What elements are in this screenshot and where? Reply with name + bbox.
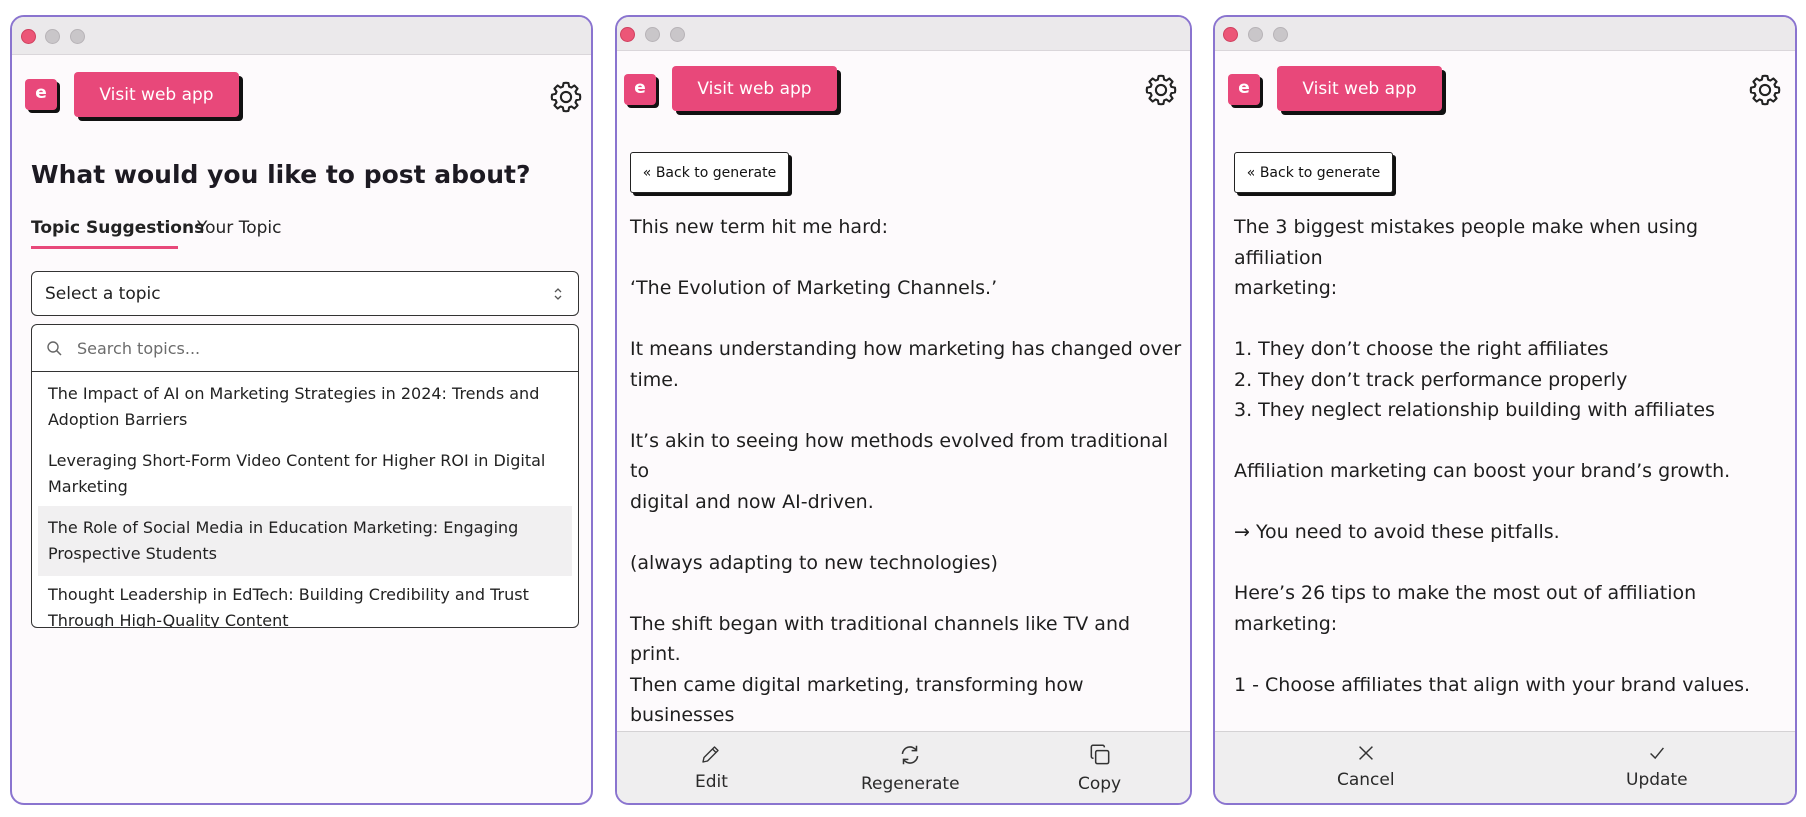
close-window-button[interactable]: [21, 29, 36, 44]
text-line: [630, 517, 1185, 548]
text-line: 1 - Choose affiliates that align with yo…: [1234, 673, 1751, 696]
regenerate-button[interactable]: Regenerate: [861, 738, 960, 794]
edit-label: Edit: [695, 772, 728, 792]
text-line: [1234, 426, 1789, 457]
title-bar: [12, 17, 591, 55]
update-button[interactable]: Update: [1626, 738, 1688, 790]
pencil-icon: [702, 746, 720, 763]
text-line: The 3 biggest mistakes people make when …: [1234, 216, 1699, 269]
text-line: Affiliation marketing can boost your bra…: [1234, 460, 1731, 482]
text-line: 2. They don’t track performance properly: [1234, 368, 1628, 391]
text-line: [1234, 548, 1789, 579]
editable-post-text[interactable]: The 3 biggest mistakes people make when …: [1234, 212, 1789, 761]
minimize-window-button[interactable]: [645, 27, 660, 42]
text-line: Then came digital marketing, transformin…: [630, 673, 1084, 727]
text-line: [630, 578, 1185, 609]
cancel-button[interactable]: Cancel: [1337, 738, 1395, 790]
close-window-button[interactable]: [620, 27, 635, 42]
copy-label: Copy: [1078, 774, 1122, 794]
app-logo: e: [624, 74, 656, 105]
chevron-up-down-icon: [554, 288, 562, 300]
search-icon: [47, 341, 62, 356]
text-line: marketing:: [1234, 277, 1338, 299]
topic-option[interactable]: Thought Leadership in EdTech: Building C…: [32, 573, 578, 627]
gear-icon[interactable]: [1143, 72, 1179, 108]
text-line: [1234, 487, 1789, 518]
text-line: [1234, 304, 1789, 335]
close-icon: [1358, 746, 1373, 760]
back-to-generate-button[interactable]: « Back to generate: [630, 152, 789, 193]
update-label: Update: [1626, 770, 1688, 790]
copy-button[interactable]: Copy: [1078, 738, 1121, 794]
cancel-label: Cancel: [1337, 770, 1395, 790]
close-window-button[interactable]: [1223, 27, 1238, 42]
title-bar: [1215, 17, 1795, 51]
text-line: (always adapting to new technologies): [630, 551, 998, 574]
visit-web-app-button[interactable]: Visit web app: [74, 72, 239, 117]
regenerate-label: Regenerate: [861, 774, 960, 794]
tab-your-topic[interactable]: Your Topic: [197, 218, 281, 238]
text-line: It’s akin to seeing how methods evolved …: [630, 429, 1169, 483]
gear-icon[interactable]: [548, 79, 584, 115]
zoom-window-button[interactable]: [1273, 27, 1288, 42]
text-line: Here’s 26 tips to make the most out of a…: [1234, 582, 1697, 635]
topic-dropdown: The Impact of AI on Marketing Strategies…: [31, 324, 579, 628]
search-row: [32, 325, 578, 372]
text-line: [1234, 700, 1789, 731]
text-line: [1234, 639, 1789, 670]
action-bar: Cancel Update: [1215, 731, 1795, 803]
gear-icon[interactable]: [1747, 72, 1783, 108]
topic-select[interactable]: Select a topic: [31, 271, 579, 316]
app-logo: e: [25, 79, 57, 110]
title-bar: [617, 17, 1190, 51]
topic-window: e Visit web app What would you like to p…: [10, 15, 593, 805]
text-line: digital and now AI-driven.: [630, 490, 874, 513]
text-line: 1. They don’t choose the right affiliate…: [1234, 338, 1609, 360]
search-input[interactable]: [77, 334, 557, 362]
refresh-icon: [901, 745, 919, 765]
text-line: 3. They neglect relationship building wi…: [1234, 399, 1715, 421]
post-preview-window: e Visit web app « Back to generate This …: [615, 15, 1192, 805]
topic-select-value: Select a topic: [45, 283, 161, 304]
text-line: → You need to avoid these pitfalls.: [1234, 521, 1560, 543]
action-bar: Edit Regenerate Copy: [617, 731, 1190, 803]
text-line: ‘The Evolution of Marketing Channels.’: [630, 277, 998, 299]
app-logo: e: [1228, 74, 1260, 105]
text-line: [630, 304, 1185, 335]
topic-option-highlighted[interactable]: The Role of Social Media in Education Ma…: [38, 506, 572, 576]
text-line: [630, 395, 1185, 426]
minimize-window-button[interactable]: [1248, 27, 1263, 42]
post-edit-window: e Visit web app « Back to generate The 3…: [1213, 15, 1797, 805]
text-line: [630, 243, 1185, 274]
copy-icon: [1090, 744, 1109, 765]
zoom-window-button[interactable]: [70, 29, 85, 44]
text-line: This new term hit me hard:: [630, 216, 889, 238]
topic-option[interactable]: Leveraging Short-Form Video Content for …: [32, 439, 578, 509]
check-icon: [1649, 747, 1664, 760]
topic-option[interactable]: The Impact of AI on Marketing Strategies…: [32, 372, 578, 442]
edit-button[interactable]: Edit: [695, 738, 728, 792]
zoom-window-button[interactable]: [670, 27, 685, 42]
visit-web-app-button[interactable]: Visit web app: [1277, 66, 1442, 111]
active-tab-indicator: [31, 246, 178, 249]
page-title: What would you like to post about?: [31, 160, 531, 189]
back-to-generate-button[interactable]: « Back to generate: [1234, 152, 1393, 193]
tab-topic-suggestions[interactable]: Topic Suggestions: [31, 218, 204, 238]
minimize-window-button[interactable]: [45, 29, 60, 44]
visit-web-app-button[interactable]: Visit web app: [672, 66, 837, 111]
text-line: It means understanding how marketing has…: [630, 338, 1182, 391]
text-line: The shift began with traditional channel…: [630, 612, 1131, 666]
generated-post-text: This new term hit me hard: ‘The Evolution…: [630, 212, 1185, 803]
